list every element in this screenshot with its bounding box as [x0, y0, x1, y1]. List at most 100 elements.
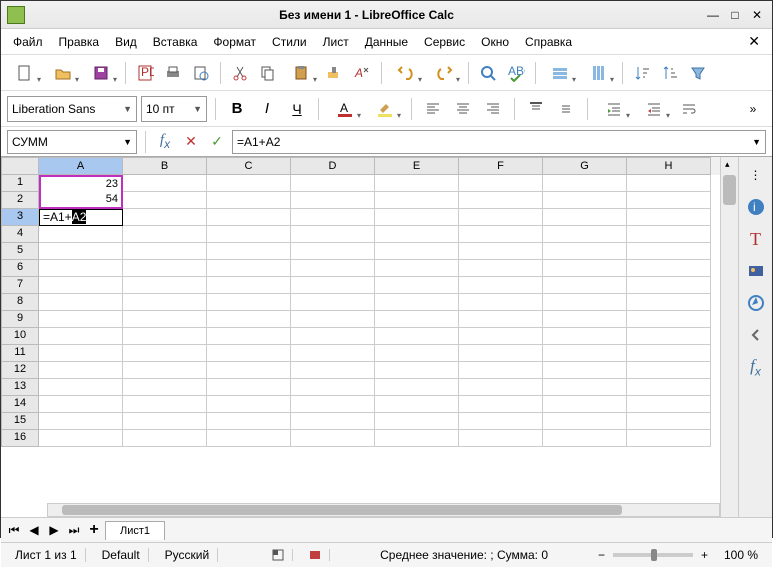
cell[interactable]	[207, 345, 291, 362]
cell[interactable]	[207, 209, 291, 226]
cell[interactable]	[543, 345, 627, 362]
indent-decrease-button[interactable]	[636, 96, 672, 122]
cell[interactable]	[39, 260, 123, 277]
cell[interactable]: 54	[39, 192, 123, 209]
cell[interactable]	[123, 413, 207, 430]
font-color-button[interactable]: A	[327, 96, 363, 122]
sidebar-navigator-icon[interactable]	[744, 291, 768, 315]
row-header[interactable]: 11	[1, 345, 39, 362]
cell[interactable]	[123, 396, 207, 413]
cell[interactable]	[39, 379, 123, 396]
cell[interactable]	[459, 294, 543, 311]
cell[interactable]	[291, 209, 375, 226]
column-header[interactable]: H	[627, 157, 711, 175]
new-button[interactable]	[7, 60, 43, 86]
cell[interactable]	[291, 175, 375, 192]
undo-button[interactable]	[388, 60, 424, 86]
cell[interactable]	[375, 345, 459, 362]
prev-sheet-button[interactable]: ◀	[25, 521, 43, 539]
status-page-style[interactable]: Default	[94, 548, 149, 562]
cell[interactable]	[207, 226, 291, 243]
cell[interactable]	[291, 311, 375, 328]
column-ops-button[interactable]	[580, 60, 616, 86]
column-header[interactable]: E	[375, 157, 459, 175]
cell[interactable]	[627, 413, 711, 430]
close-button[interactable]: ✕	[748, 6, 766, 24]
redo-button[interactable]	[426, 60, 462, 86]
cell[interactable]	[39, 328, 123, 345]
cell[interactable]	[291, 396, 375, 413]
zoom-out-button[interactable]: −	[598, 548, 605, 562]
cell[interactable]	[543, 260, 627, 277]
cell[interactable]: 23	[39, 175, 123, 192]
align-right-button[interactable]	[480, 96, 506, 122]
cut-button[interactable]	[227, 60, 253, 86]
font-name-combo[interactable]: Liberation Sans▼	[7, 96, 137, 122]
row-header[interactable]: 5	[1, 243, 39, 260]
cell[interactable]	[459, 362, 543, 379]
row-header[interactable]: 2	[1, 192, 39, 209]
horizontal-scrollbar[interactable]	[47, 503, 720, 517]
cell[interactable]	[207, 430, 291, 447]
row-header[interactable]: 4	[1, 226, 39, 243]
cell[interactable]	[375, 294, 459, 311]
cell[interactable]	[627, 396, 711, 413]
cell[interactable]	[543, 379, 627, 396]
autofilter-button[interactable]	[685, 60, 711, 86]
cell[interactable]	[375, 209, 459, 226]
cancel-edit-button[interactable]: ✕	[180, 131, 202, 153]
close-document-icon[interactable]: ✕	[740, 29, 768, 54]
spreadsheet-grid[interactable]: ABCDEFGH 1232543=A1+A2456789101112131415…	[1, 157, 720, 517]
cell[interactable]	[627, 260, 711, 277]
cell[interactable]	[123, 192, 207, 209]
cell[interactable]	[543, 430, 627, 447]
italic-button[interactable]: I	[254, 96, 280, 122]
valign-top-button[interactable]	[523, 96, 549, 122]
menu-help[interactable]: Справка	[517, 31, 580, 53]
cell[interactable]	[459, 226, 543, 243]
status-language[interactable]: Русский	[157, 548, 219, 562]
cell[interactable]	[123, 345, 207, 362]
row-header[interactable]: 8	[1, 294, 39, 311]
indent-increase-button[interactable]	[596, 96, 632, 122]
cell[interactable]	[207, 379, 291, 396]
cell[interactable]	[207, 362, 291, 379]
menu-format[interactable]: Формат	[205, 31, 264, 53]
zoom-slider[interactable]	[613, 553, 693, 557]
cell[interactable]	[375, 379, 459, 396]
cell[interactable]	[627, 379, 711, 396]
cell[interactable]	[375, 430, 459, 447]
cell[interactable]	[39, 396, 123, 413]
row-ops-button[interactable]	[542, 60, 578, 86]
menu-file[interactable]: Файл	[5, 31, 51, 53]
copy-button[interactable]	[255, 60, 281, 86]
cell[interactable]	[459, 345, 543, 362]
status-signature-icon[interactable]	[301, 549, 330, 561]
clone-formatting-button[interactable]	[321, 60, 347, 86]
name-box[interactable]: СУММ▼	[7, 130, 137, 154]
cell[interactable]	[123, 243, 207, 260]
cell[interactable]	[123, 175, 207, 192]
row-header[interactable]: 6	[1, 260, 39, 277]
cell[interactable]	[543, 175, 627, 192]
print-button[interactable]	[160, 60, 186, 86]
sort-asc-button[interactable]	[629, 60, 655, 86]
cell[interactable]	[459, 192, 543, 209]
cell[interactable]	[627, 294, 711, 311]
cell[interactable]	[627, 226, 711, 243]
sort-desc-button[interactable]	[657, 60, 683, 86]
zoom-in-button[interactable]: +	[701, 548, 708, 562]
cell[interactable]	[207, 311, 291, 328]
cell[interactable]	[123, 311, 207, 328]
cell[interactable]	[627, 430, 711, 447]
formula-input[interactable]: =A1+A2▼	[232, 130, 766, 154]
cell[interactable]	[459, 379, 543, 396]
cell[interactable]	[291, 260, 375, 277]
cell[interactable]	[207, 260, 291, 277]
row-header[interactable]: 15	[1, 413, 39, 430]
valign-middle-button[interactable]	[553, 96, 579, 122]
cell[interactable]	[123, 430, 207, 447]
column-header[interactable]: D	[291, 157, 375, 175]
cell[interactable]	[291, 362, 375, 379]
menu-styles[interactable]: Стили	[264, 31, 315, 53]
